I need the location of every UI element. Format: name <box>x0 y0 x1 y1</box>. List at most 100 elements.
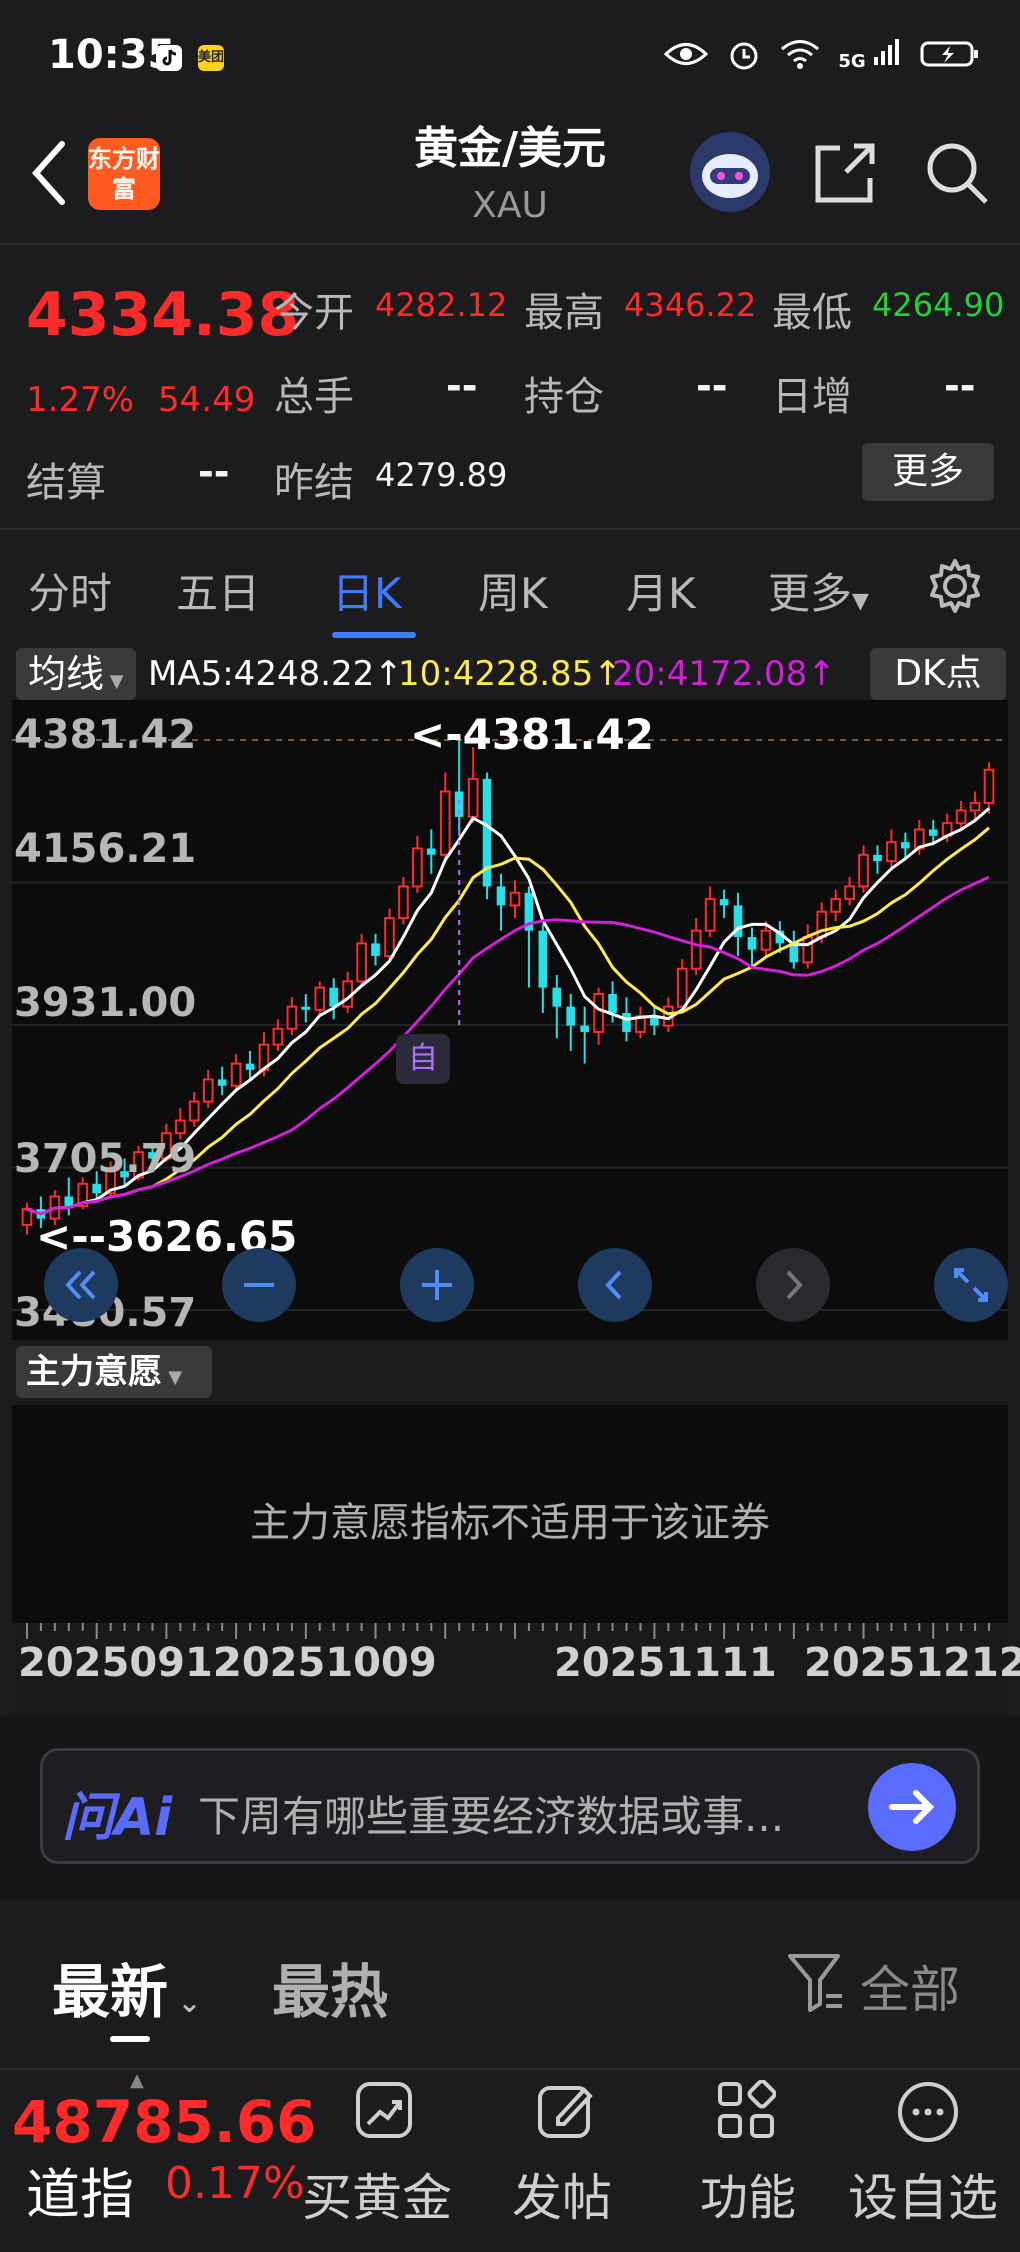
candle <box>719 899 729 906</box>
filter-all[interactable]: 全部 <box>860 1950 960 2022</box>
candle <box>580 1025 590 1032</box>
battery-icon <box>920 41 978 67</box>
more-quote-button[interactable]: 更多 <box>862 443 994 501</box>
volume-value: -- <box>446 364 478 408</box>
date-tick-label: 20251009 <box>214 1640 437 1686</box>
nav-buy-gold[interactable]: 买黄金 <box>302 2158 452 2230</box>
candle <box>901 842 910 849</box>
tab-five-day[interactable]: 五日 <box>176 560 260 621</box>
zoom-in-button[interactable] <box>400 1248 474 1322</box>
candle <box>398 885 409 920</box>
ma20-readout: 20:4172.08↑ <box>612 654 836 694</box>
candle <box>92 1183 102 1194</box>
settlement-value: -- <box>198 450 230 494</box>
ma10-value: 10:4228.85 <box>398 654 594 694</box>
fullscreen-button[interactable] <box>934 1248 1008 1322</box>
caret-down-icon: ▼ <box>162 1367 183 1388</box>
nav-post[interactable]: 发帖 <box>512 2158 612 2230</box>
candle <box>566 1006 576 1026</box>
y-tick-label: 3931.00 <box>14 980 197 1026</box>
robot-assistant-icon[interactable] <box>690 132 770 212</box>
high-marker: <-4381.42 <box>410 710 654 759</box>
apps-grid-icon[interactable] <box>716 2080 776 2140</box>
ma5-readout: MA5:4248.22↑ <box>148 654 403 694</box>
last-price: 4334.38 <box>26 280 300 350</box>
volume-label: 总手 <box>274 374 354 420</box>
daily-increase-label: 日增 <box>772 374 852 420</box>
candle <box>329 987 339 1007</box>
expand-icon <box>954 1268 988 1302</box>
zoom-out-button[interactable] <box>222 1248 296 1322</box>
plus-icon <box>422 1270 452 1300</box>
settings-gear-icon[interactable] <box>926 557 984 615</box>
tab-daily-k[interactable]: 日K <box>332 560 402 621</box>
candle <box>802 936 814 964</box>
scroll-left-button[interactable] <box>578 1248 652 1322</box>
tab-weekly-k[interactable]: 周K <box>478 560 548 621</box>
indicator-message: 主力意愿指标不适用于该证券 <box>250 1500 770 1546</box>
candle <box>593 992 604 1033</box>
search-icon[interactable] <box>922 138 992 208</box>
filter-icon[interactable] <box>786 1950 846 2014</box>
header-divider <box>0 243 1020 245</box>
candle <box>426 848 436 855</box>
buy-gold-icon[interactable] <box>354 2080 414 2140</box>
candle <box>217 1079 227 1086</box>
indicator-selector-label: 主力意愿 <box>26 1352 162 1392</box>
rewind-button[interactable] <box>44 1248 118 1322</box>
y-tick-label: 4156.21 <box>14 826 197 872</box>
chevron-right-icon <box>786 1270 803 1300</box>
settlement-label: 结算 <box>26 460 106 506</box>
scroll-right-button[interactable] <box>756 1248 830 1322</box>
nav-add-watchlist[interactable]: 设自选 <box>848 2158 998 2230</box>
chevron-left-icon <box>605 1270 622 1300</box>
candle <box>608 993 617 1013</box>
candle <box>467 777 479 818</box>
eye-icon <box>664 43 709 65</box>
share-icon[interactable] <box>810 138 880 208</box>
tab-monthly-k[interactable]: 月K <box>626 560 696 621</box>
ai-question-text[interactable]: 下周有哪些重要经济数据或事... <box>198 1783 784 1844</box>
candle <box>509 891 521 907</box>
candle <box>538 930 548 988</box>
low-label: 最低 <box>772 290 852 336</box>
candle <box>245 1063 255 1070</box>
date-tick-label: 20250912 <box>18 1640 241 1686</box>
high-label: 最高 <box>524 290 604 336</box>
compose-icon[interactable] <box>536 2080 596 2140</box>
alarm-icon <box>730 42 758 70</box>
tab-more[interactable]: 更多▼ <box>768 560 869 621</box>
candle <box>272 1027 284 1046</box>
candle <box>760 929 772 951</box>
candle <box>955 809 967 825</box>
candle <box>384 917 395 958</box>
tab-intraday[interactable]: 分时 <box>28 560 112 621</box>
open-label: 今开 <box>274 290 354 336</box>
tab-hottest[interactable]: 最热 <box>272 1945 388 2029</box>
prev-settlement-label: 昨结 <box>274 460 354 506</box>
signal-icon: 5G <box>838 37 902 72</box>
news-tab-indicator <box>110 2036 150 2042</box>
ai-send-button[interactable] <box>868 1763 956 1851</box>
daily-increase-value: -- <box>944 364 976 408</box>
candle <box>747 937 757 950</box>
dk-point-button[interactable]: DK点 <box>870 648 1006 700</box>
more-dots-icon[interactable] <box>896 2080 960 2144</box>
tab-latest[interactable]: 最新 ⌄ <box>52 1945 201 2029</box>
index-value[interactable]: 48785.66 <box>12 2088 317 2156</box>
arrow-right-icon <box>889 1790 935 1824</box>
candle <box>622 1012 631 1032</box>
candle <box>928 829 938 836</box>
candle <box>704 898 716 932</box>
ma-selector[interactable]: 均线 ▼ <box>16 648 136 700</box>
indicator-selector[interactable]: 主力意愿 ▼ <box>16 1346 212 1398</box>
nav-functions[interactable]: 功能 <box>700 2158 796 2228</box>
tab-latest-label: 最新 <box>52 1958 169 2026</box>
quote-divider <box>0 528 1020 530</box>
candle <box>412 847 423 888</box>
index-name[interactable]: 道指 <box>26 2150 134 2229</box>
change-value: 54.49 <box>158 380 256 420</box>
self-select-tag[interactable]: 自 <box>396 1034 450 1084</box>
date-tick-label: 20251212 <box>804 1640 1020 1686</box>
ma10-readout: 10:4228.85↑ <box>398 654 622 694</box>
